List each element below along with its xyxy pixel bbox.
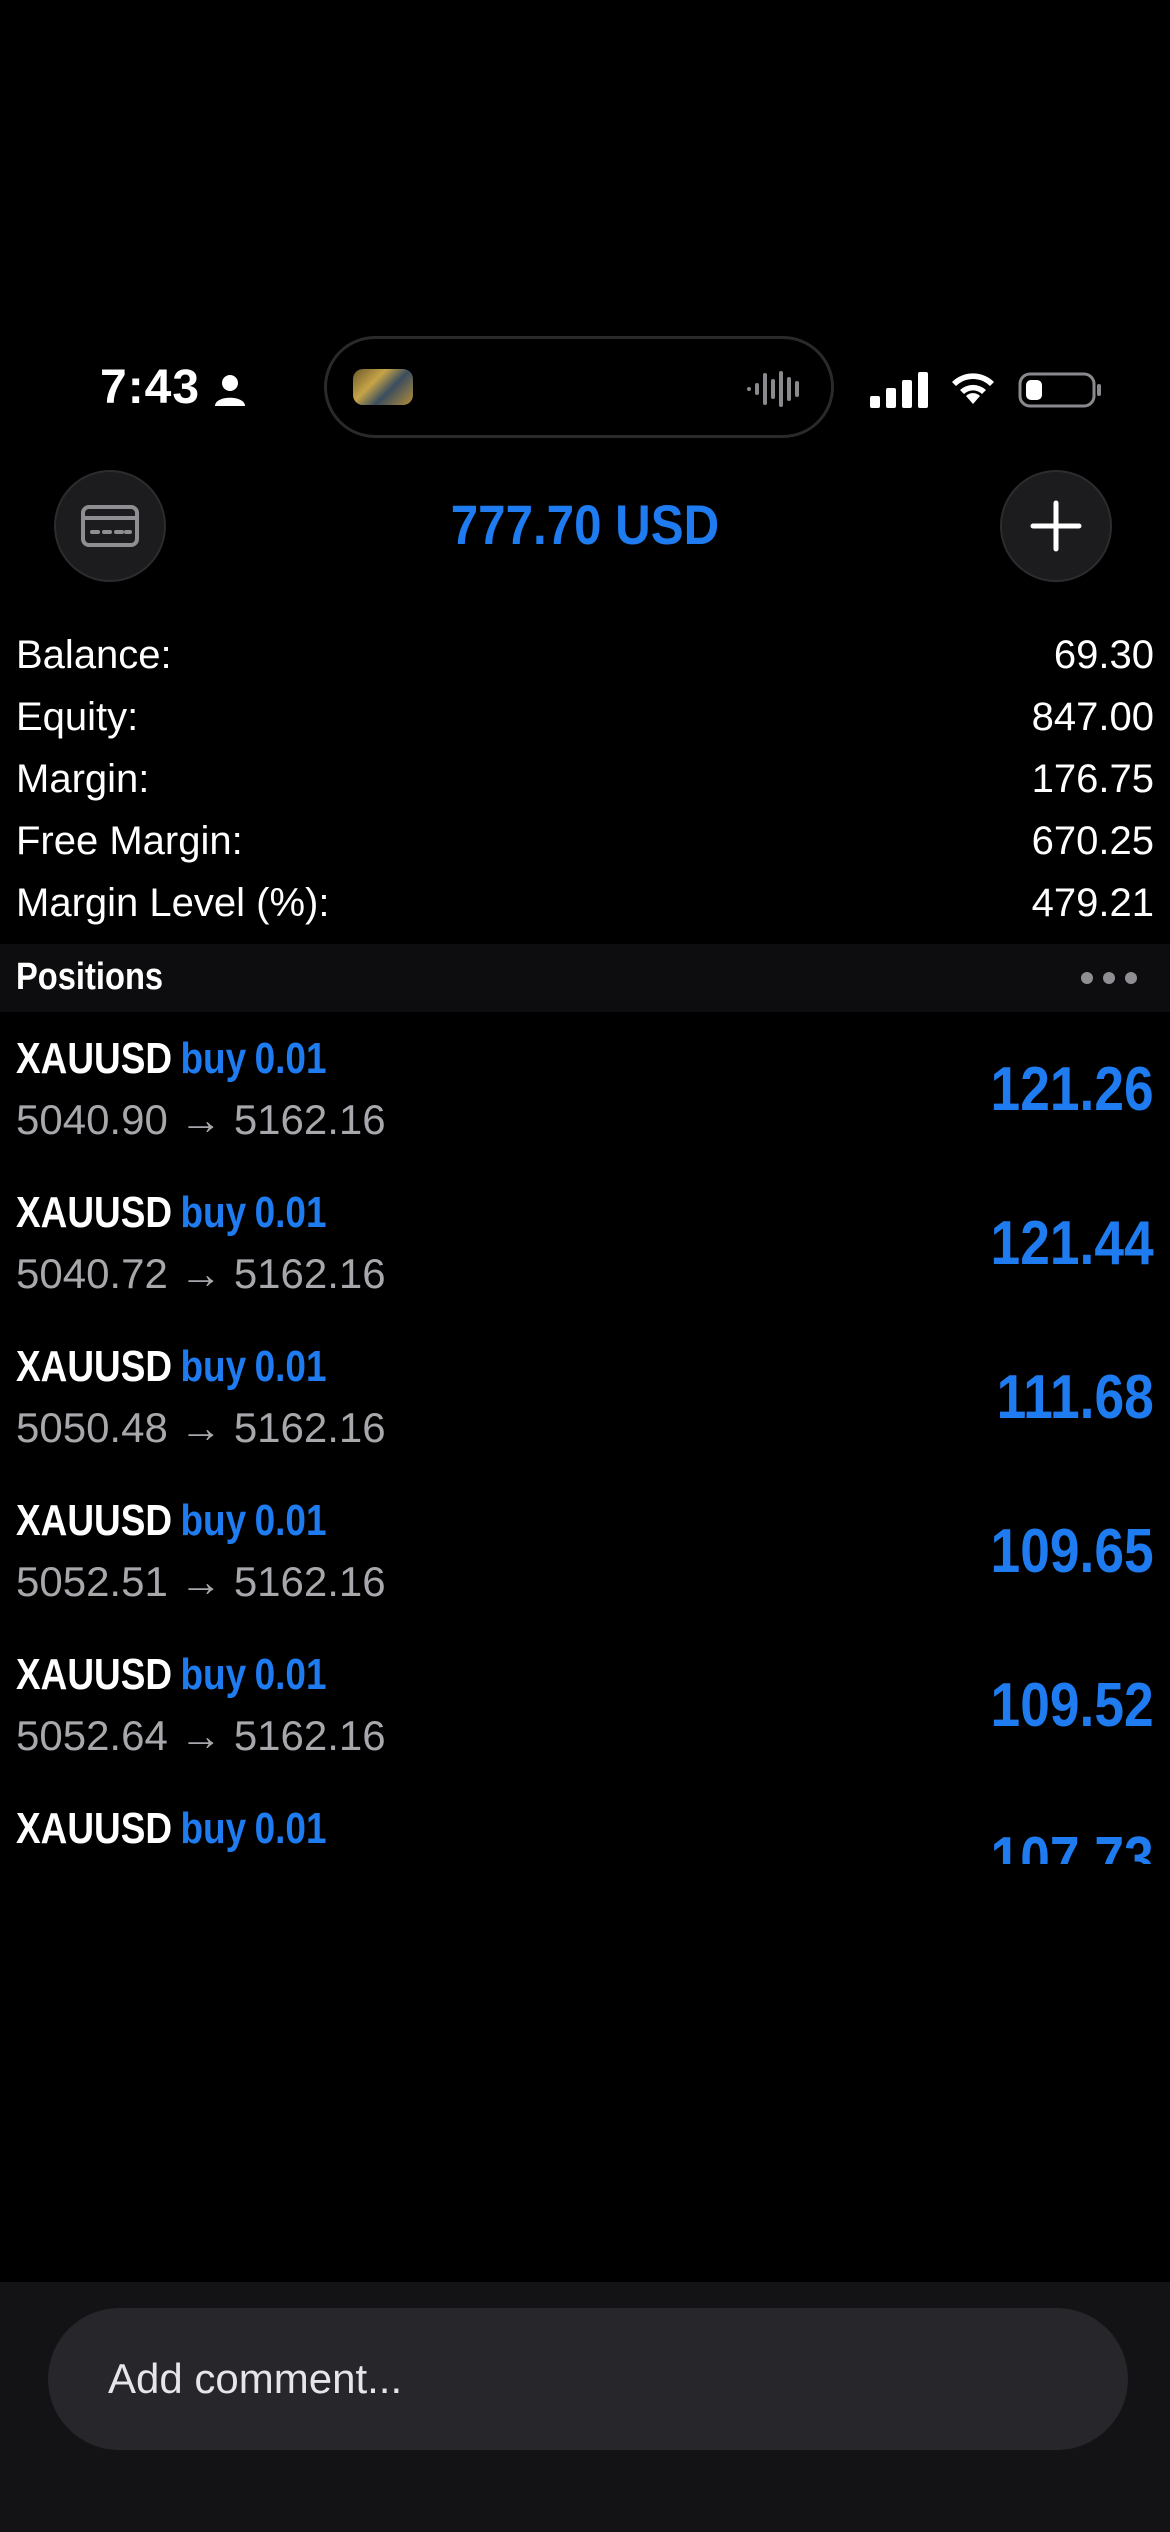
position-volume: 0.01	[254, 1188, 327, 1237]
position-current-price: 5162.16	[233, 1404, 386, 1451]
position-profit: 107.73	[990, 1825, 1154, 1864]
position-volume: 0.01	[254, 1650, 327, 1699]
summary-row-balance: Balance: 69.30	[16, 624, 1154, 686]
summary-value: 670.25	[1031, 818, 1154, 863]
position-symbol: XAUUSD	[16, 1804, 173, 1853]
position-open-price: 5040.72	[16, 1250, 168, 1297]
summary-label: Equity:	[16, 694, 139, 739]
positions-title: Positions	[16, 956, 164, 998]
more-dots-icon[interactable]	[1078, 960, 1140, 996]
position-profit: 121.44	[990, 1209, 1154, 1278]
position-open-price: 5052.51	[16, 1558, 168, 1605]
position-row[interactable]: XAUUSD buy 0.01 5052.51 → 5162.16 109.65	[0, 1476, 1170, 1630]
comment-input[interactable]: Add comment...	[48, 2308, 1128, 2450]
status-bar: 7:43	[0, 330, 1170, 450]
position-row[interactable]: XAUUSD buy 0.01 5050.48 → 5162.16 111.68	[0, 1322, 1170, 1476]
position-side: buy	[180, 1804, 247, 1853]
now-playing-artwork	[353, 369, 413, 405]
positions-list[interactable]: XAUUSD buy 0.01 5040.90 → 5162.16 121.26 XAU…	[0, 1014, 1170, 1864]
summary-row-margin-level: Margin Level (%): 479.21	[16, 872, 1154, 934]
position-side: buy	[180, 1034, 247, 1083]
cellular-signal-icon	[870, 372, 928, 408]
position-symbol: XAUUSD	[16, 1650, 173, 1699]
arrow-right-icon: →	[179, 1712, 222, 1759]
position-symbol: XAUUSD	[16, 1188, 173, 1237]
position-side: buy	[180, 1496, 247, 1545]
position-volume: 0.01	[254, 1342, 327, 1391]
position-row[interactable]: XAUUSD buy 0.01 5040.90 → 5162.16 121.26	[0, 1014, 1170, 1168]
position-current-price: 5162.16	[233, 1558, 386, 1605]
position-side: buy	[180, 1188, 247, 1237]
position-open-price: 5040.90	[16, 1096, 168, 1143]
battery-icon	[1018, 372, 1101, 408]
summary-row-free-margin: Free Margin: 670.25	[16, 810, 1154, 872]
dynamic-island[interactable]	[324, 336, 834, 438]
comment-bar: Add comment...	[0, 2282, 1170, 2532]
summary-value: 69.30	[1053, 632, 1154, 677]
position-symbol: XAUUSD	[16, 1342, 173, 1391]
arrow-right-icon: →	[179, 1558, 222, 1605]
position-volume: 0.01	[254, 1804, 327, 1853]
summary-label: Balance:	[16, 632, 172, 677]
status-time: 7:43	[100, 361, 201, 414]
position-volume: 0.01	[254, 1496, 327, 1545]
account-header: 777.70 USD	[0, 470, 1170, 584]
position-current-price: 5162.16	[233, 1250, 386, 1297]
comment-placeholder: Add comment...	[108, 2355, 403, 2402]
summary-value: 479.21	[1031, 880, 1154, 925]
new-order-button[interactable]	[1000, 470, 1112, 582]
summary-value: 847.00	[1031, 694, 1154, 739]
position-current-price: 5162.16	[233, 1096, 386, 1143]
account-profit-total: 777.70 USD	[450, 493, 720, 556]
position-profit: 109.52	[990, 1671, 1154, 1740]
position-profit: 109.65	[990, 1517, 1154, 1586]
position-open-price: 5052.64	[16, 1712, 168, 1759]
account-summary: Balance: 69.30 Equity: 847.00 Margin: 17…	[16, 624, 1154, 934]
position-profit: 121.26	[990, 1055, 1154, 1124]
arrow-right-icon: →	[179, 1250, 222, 1297]
audio-wave-icon	[747, 371, 799, 407]
summary-label: Margin:	[16, 756, 150, 801]
arrow-right-icon: →	[179, 1096, 222, 1143]
arrow-right-icon: →	[179, 1404, 222, 1451]
position-symbol: XAUUSD	[16, 1496, 173, 1545]
summary-row-equity: Equity: 847.00	[16, 686, 1154, 748]
position-symbol: XAUUSD	[16, 1034, 173, 1083]
position-profit: 111.68	[996, 1363, 1154, 1432]
summary-row-margin: Margin: 176.75	[16, 748, 1154, 810]
position-row[interactable]: XAUUSD buy 0.01 5052.64 → 5162.16 109.52	[0, 1630, 1170, 1784]
summary-value: 176.75	[1031, 756, 1154, 801]
position-row[interactable]: XAUUSD buy 0.01 5040.72 → 5162.16 121.44	[0, 1168, 1170, 1322]
position-side: buy	[180, 1342, 247, 1391]
positions-section-header: Positions	[0, 944, 1170, 1012]
position-volume: 0.01	[254, 1034, 327, 1083]
summary-label: Free Margin:	[16, 818, 243, 863]
wifi-icon	[952, 373, 994, 404]
summary-label: Margin Level (%):	[16, 880, 330, 925]
position-open-price: 5050.48	[16, 1404, 168, 1451]
position-side: buy	[180, 1650, 247, 1699]
position-current-price: 5162.16	[233, 1712, 386, 1759]
person-icon	[215, 375, 245, 406]
plus-icon	[1030, 500, 1082, 552]
position-row[interactable]: XAUUSD buy 0.01 107.73	[0, 1784, 1170, 1864]
